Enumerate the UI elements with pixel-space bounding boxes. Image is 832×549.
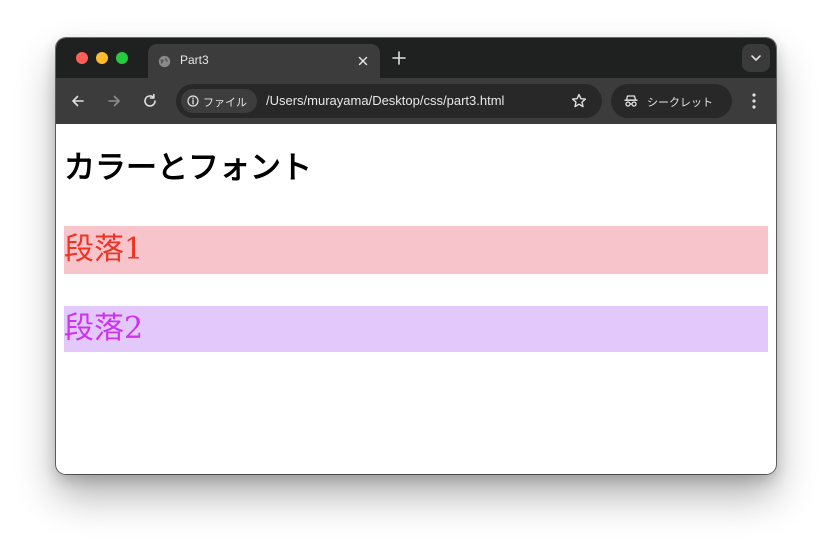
site-info-label: ファイル <box>203 96 247 109</box>
url-text[interactable]: /Users/murayama/Desktop/css/part3.html <box>266 93 504 108</box>
kebab-menu-icon[interactable] <box>746 91 762 111</box>
site-info-chip[interactable]: ファイル <box>181 89 257 113</box>
tab-strip: Part3 <box>56 38 776 78</box>
page-content: カラーとフォント 段落1 段落2 <box>56 124 776 474</box>
window-minimize-button[interactable] <box>96 52 108 64</box>
browser-toolbar: ファイル /Users/murayama/Desktop/css/part3.h… <box>56 78 776 124</box>
close-icon[interactable] <box>355 53 371 69</box>
tab-title: Part3 <box>180 53 209 67</box>
browser-window: Part3 ファイル /Users/murayama/Desktop/css/p… <box>56 38 776 474</box>
plus-icon[interactable] <box>390 49 408 67</box>
reload-icon[interactable] <box>140 91 160 111</box>
arrow-left-icon[interactable] <box>68 91 88 111</box>
chevron-down-icon <box>751 55 761 61</box>
incognito-badge[interactable]: シークレット <box>611 84 732 118</box>
tab-part3[interactable]: Part3 <box>148 44 380 78</box>
arrow-right-icon[interactable] <box>104 91 124 111</box>
window-maximize-button[interactable] <box>116 52 128 64</box>
incognito-icon <box>624 95 638 107</box>
globe-icon <box>158 55 171 68</box>
window-close-button[interactable] <box>76 52 88 64</box>
address-bar[interactable]: ファイル /Users/murayama/Desktop/css/part3.h… <box>176 84 602 118</box>
tab-search-button[interactable] <box>742 44 770 72</box>
paragraph-2: 段落2 <box>64 306 768 352</box>
paragraph-1: 段落1 <box>64 226 768 274</box>
star-icon[interactable] <box>570 92 588 110</box>
incognito-label: シークレット <box>647 96 713 109</box>
page-heading: カラーとフォント <box>64 150 312 186</box>
info-icon <box>187 95 199 107</box>
